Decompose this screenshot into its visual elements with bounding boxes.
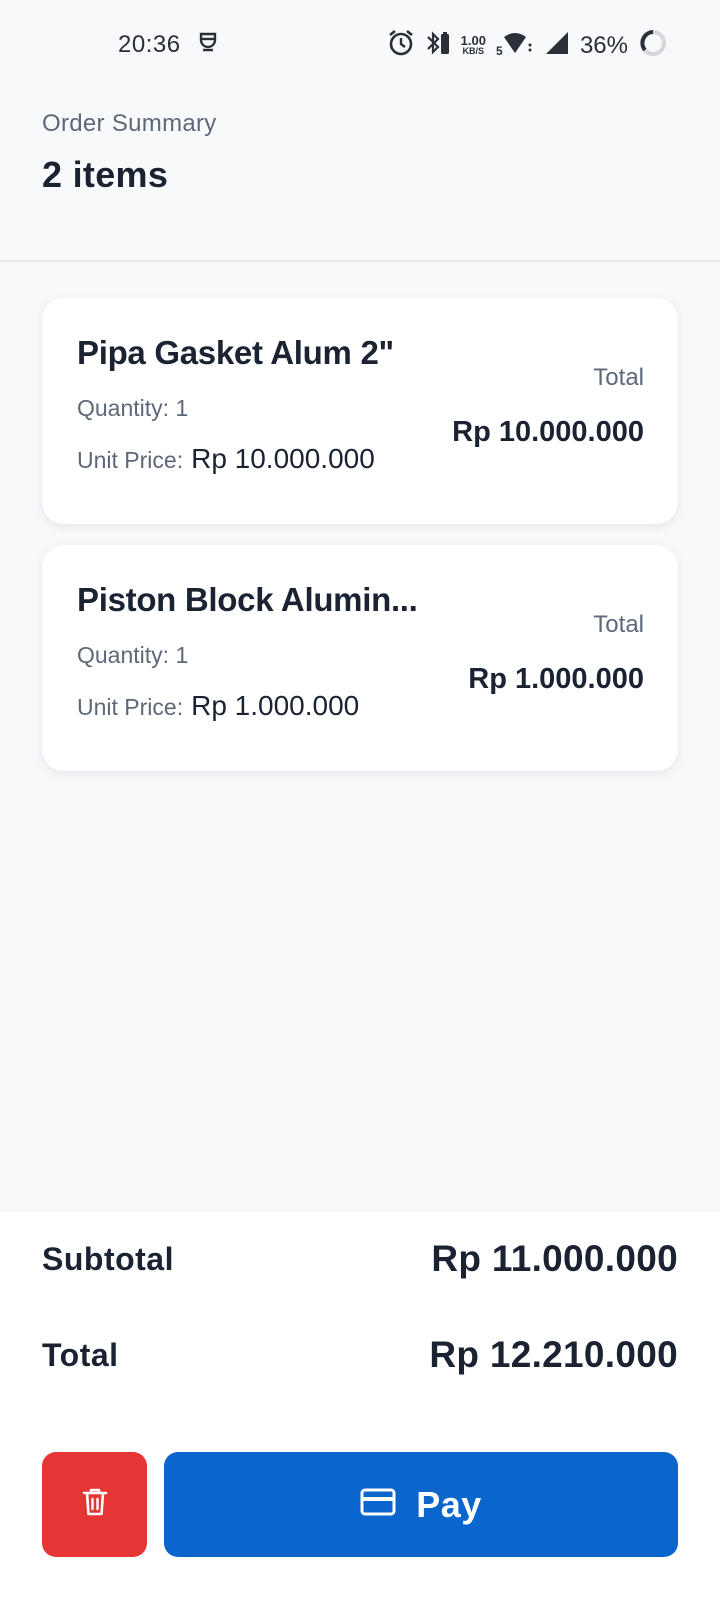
item-unit-price-label: Unit Price: [77,694,184,720]
battery-percentage: 36% [579,31,628,59]
item-quantity: Quantity: 1 [77,395,188,422]
notification-icon [197,30,219,59]
network-speed: 1.00 KB/S [460,32,486,57]
item-total-label: Total [593,611,644,638]
header-divider [0,260,720,262]
item-total-value: Rp 1.000.000 [468,663,644,695]
order-summary-header: Order Summary 2 items [42,110,217,196]
item-unit-price-label: Unit Price: [77,447,184,473]
status-bar: 20:36 1.00 KB/S 5 36% [0,0,720,92]
item-name: Piston Block Alumin... [77,581,418,618]
order-summary-label: Order Summary [42,110,217,137]
item-unit-price-value: Rp 10.000.000 [191,443,375,474]
wifi-icon: 5 [496,29,534,62]
delete-order-button[interactable] [42,1452,147,1557]
item-unit-price: Unit Price: Rp 1.000.000 [77,690,359,722]
subtotal-label: Subtotal [42,1240,174,1277]
bluetooth-battery-icon [425,29,451,62]
pay-button[interactable]: Pay [164,1452,678,1557]
trash-icon [81,1486,109,1523]
item-total-label: Total [593,364,644,391]
item-quantity-label: Quantity: [77,642,170,668]
alarm-icon [387,29,415,62]
order-item-card[interactable]: Piston Block Alumin... Quantity: 1 Unit … [42,545,678,771]
total-value: Rp 12.210.000 [429,1334,678,1375]
total-row: Total Rp 12.210.000 [42,1334,678,1376]
pay-button-label: Pay [416,1483,482,1525]
item-quantity-label: Quantity: [77,395,170,421]
item-unit-price-value: Rp 1.000.000 [191,690,360,721]
status-left: 20:36 [118,30,219,59]
order-item-card[interactable]: Pipa Gasket Alum 2" Quantity: 1 Unit Pri… [42,298,678,524]
status-right: 1.00 KB/S 5 36% [387,28,668,63]
item-total-value: Rp 10.000.000 [452,416,644,448]
credit-card-icon [360,1487,396,1522]
checkout-panel: Subtotal Rp 11.000.000 Total Rp 12.210.0… [0,1212,720,1600]
item-unit-price: Unit Price: Rp 10.000.000 [77,443,375,475]
network-speed-value: 1.00 [460,32,486,48]
item-count: 2 items [42,154,169,195]
total-label: Total [42,1336,119,1373]
cellular-signal-icon [544,30,570,61]
battery-ring-icon [638,28,668,63]
item-quantity-value: 1 [175,395,189,421]
status-time: 20:36 [118,30,181,58]
network-speed-unit: KB/S [462,45,485,56]
subtotal-row: Subtotal Rp 11.000.000 [42,1238,678,1280]
svg-text:5: 5 [496,44,503,57]
item-quantity: Quantity: 1 [77,642,188,669]
subtotal-value: Rp 11.000.000 [431,1238,678,1279]
item-name: Pipa Gasket Alum 2" [77,334,394,371]
item-quantity-value: 1 [175,642,189,668]
